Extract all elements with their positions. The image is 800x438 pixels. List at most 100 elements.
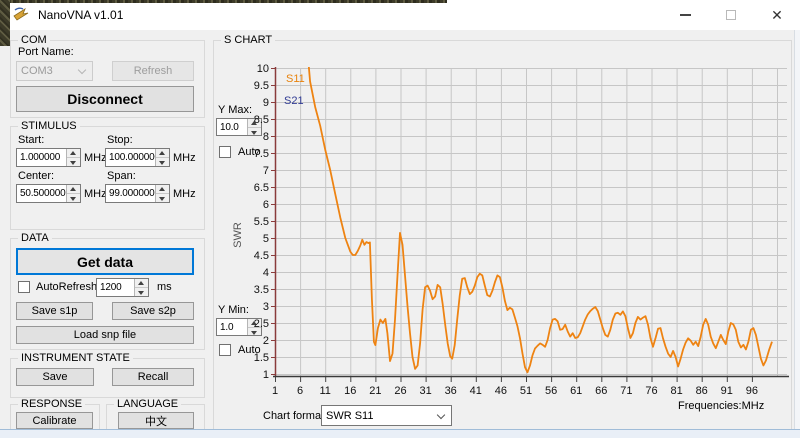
language-group-label: LANGUAGE (114, 398, 181, 410)
port-select[interactable]: COM3 (16, 61, 93, 81)
svg-text:16: 16 (344, 385, 356, 397)
svg-text:86: 86 (696, 385, 708, 397)
svg-text:46: 46 (495, 385, 507, 397)
window-bottom-edge (0, 429, 800, 438)
start-frequency-value[interactable]: 1.000000 (17, 149, 66, 166)
svg-text:1: 1 (263, 369, 269, 381)
get-data-button[interactable]: Get data (16, 248, 194, 275)
interval-unit-label: ms (157, 281, 172, 293)
autorefresh-checkbox[interactable] (18, 281, 30, 293)
span-frequency-input[interactable]: 99.000000 (105, 184, 170, 203)
center-spinner-buttons[interactable] (66, 185, 80, 202)
chevron-down-icon (78, 66, 86, 74)
span-label: Span: (107, 170, 136, 182)
start-frequency-input[interactable]: 1.000000 (16, 148, 81, 167)
data-group-label: DATA (18, 232, 52, 244)
svg-text:41: 41 (470, 385, 482, 397)
minimize-button[interactable] (662, 0, 708, 30)
chart-format-value: SWR S11 (322, 410, 373, 422)
svg-text:1.5: 1.5 (254, 352, 269, 364)
start-label: Start: (18, 134, 44, 146)
window-right-edge (794, 30, 800, 430)
instrument-recall-button[interactable]: Recall (112, 368, 194, 386)
stop-frequency-input[interactable]: 100.000000 (105, 148, 170, 167)
center-frequency-value[interactable]: 50.500000 (17, 185, 66, 202)
svg-text:31: 31 (419, 385, 431, 397)
svg-text:21: 21 (369, 385, 381, 397)
refresh-interval-input[interactable]: 1200 (96, 278, 149, 297)
svg-text:5.5: 5.5 (254, 216, 269, 228)
svg-text:76: 76 (645, 385, 657, 397)
svg-text:6.5: 6.5 (254, 182, 269, 194)
minimize-icon (680, 14, 691, 16)
save-s1p-button[interactable]: Save s1p (16, 302, 93, 320)
desktop-grain-top (0, 0, 447, 3)
svg-text:4: 4 (263, 267, 269, 279)
window-title: NanoVNA v1.01 (38, 8, 123, 22)
svg-text:61: 61 (570, 385, 582, 397)
x-axis-title: Frequencies:MHz (678, 400, 764, 412)
com-group-label: COM (18, 34, 50, 46)
svg-text:9.5: 9.5 (254, 80, 269, 92)
maximize-button[interactable] (708, 0, 754, 30)
svg-text:1: 1 (272, 385, 278, 397)
refresh-interval-value[interactable]: 1200 (97, 279, 134, 296)
port-name-label: Port Name: (18, 46, 74, 58)
svg-text:8.5: 8.5 (254, 114, 269, 126)
svg-text:56: 56 (545, 385, 557, 397)
save-s2p-button[interactable]: Save s2p (112, 302, 194, 320)
instrument-state-group-label: INSTRUMENT STATE (18, 352, 133, 364)
svg-text:7.5: 7.5 (254, 148, 269, 160)
spin-up-icon[interactable] (67, 185, 80, 194)
svg-text:51: 51 (520, 385, 532, 397)
stop-frequency-value[interactable]: 100.000000 (106, 149, 155, 166)
svg-text:10: 10 (257, 63, 269, 75)
spin-down-icon[interactable] (67, 194, 80, 202)
svg-text:2.5: 2.5 (254, 318, 269, 330)
stop-spinner-buttons[interactable] (155, 149, 169, 166)
svg-text:3: 3 (263, 301, 269, 313)
center-unit-label: MHz (84, 188, 107, 200)
instrument-save-button[interactable]: Save (16, 368, 94, 386)
span-frequency-value[interactable]: 99.000000 (106, 185, 155, 202)
svg-text:26: 26 (394, 385, 406, 397)
svg-text:2: 2 (263, 335, 269, 347)
spin-down-icon[interactable] (156, 194, 169, 202)
center-frequency-input[interactable]: 50.500000 (16, 184, 81, 203)
disconnect-button[interactable]: Disconnect (16, 86, 194, 112)
span-spinner-buttons[interactable] (155, 185, 169, 202)
language-chinese-button[interactable]: 中文 (118, 412, 194, 429)
span-unit-label: MHz (173, 188, 196, 200)
svg-text:66: 66 (595, 385, 607, 397)
svg-text:S21: S21 (284, 95, 304, 107)
svg-text:S11: S11 (286, 73, 305, 85)
interval-spinner-buttons[interactable] (134, 279, 148, 296)
chevron-down-icon (437, 410, 445, 418)
svg-text:SWR: SWR (232, 222, 244, 248)
spin-down-icon[interactable] (67, 158, 80, 166)
svg-text:7: 7 (263, 165, 269, 177)
spin-up-icon[interactable] (156, 149, 169, 158)
close-icon: ✕ (771, 8, 783, 22)
calibrate-button[interactable]: Calibrate (16, 412, 93, 429)
s-chart-group-label: S CHART (221, 34, 275, 46)
spin-up-icon[interactable] (156, 185, 169, 194)
close-button[interactable]: ✕ (754, 0, 800, 30)
svg-text:11: 11 (319, 385, 330, 397)
stimulus-group-label: STIMULUS (18, 120, 80, 132)
chart-format-label: Chart format: (263, 410, 327, 422)
response-group-label: RESPONSE (18, 398, 85, 410)
title-bar: NanoVNA v1.01 ✕ (0, 0, 800, 30)
stop-unit-label: MHz (173, 152, 196, 164)
start-spinner-buttons[interactable] (66, 149, 80, 166)
svg-text:36: 36 (445, 385, 457, 397)
spin-down-icon[interactable] (135, 288, 148, 296)
chart-format-select[interactable]: SWR S11 (321, 405, 452, 426)
spin-up-icon[interactable] (67, 149, 80, 158)
refresh-button[interactable]: Refresh (112, 61, 194, 81)
start-unit-label: MHz (84, 152, 107, 164)
spin-down-icon[interactable] (156, 158, 169, 166)
svg-text:71: 71 (620, 385, 632, 397)
spin-up-icon[interactable] (135, 279, 148, 288)
load-snp-file-button[interactable]: Load snp file (16, 326, 194, 344)
